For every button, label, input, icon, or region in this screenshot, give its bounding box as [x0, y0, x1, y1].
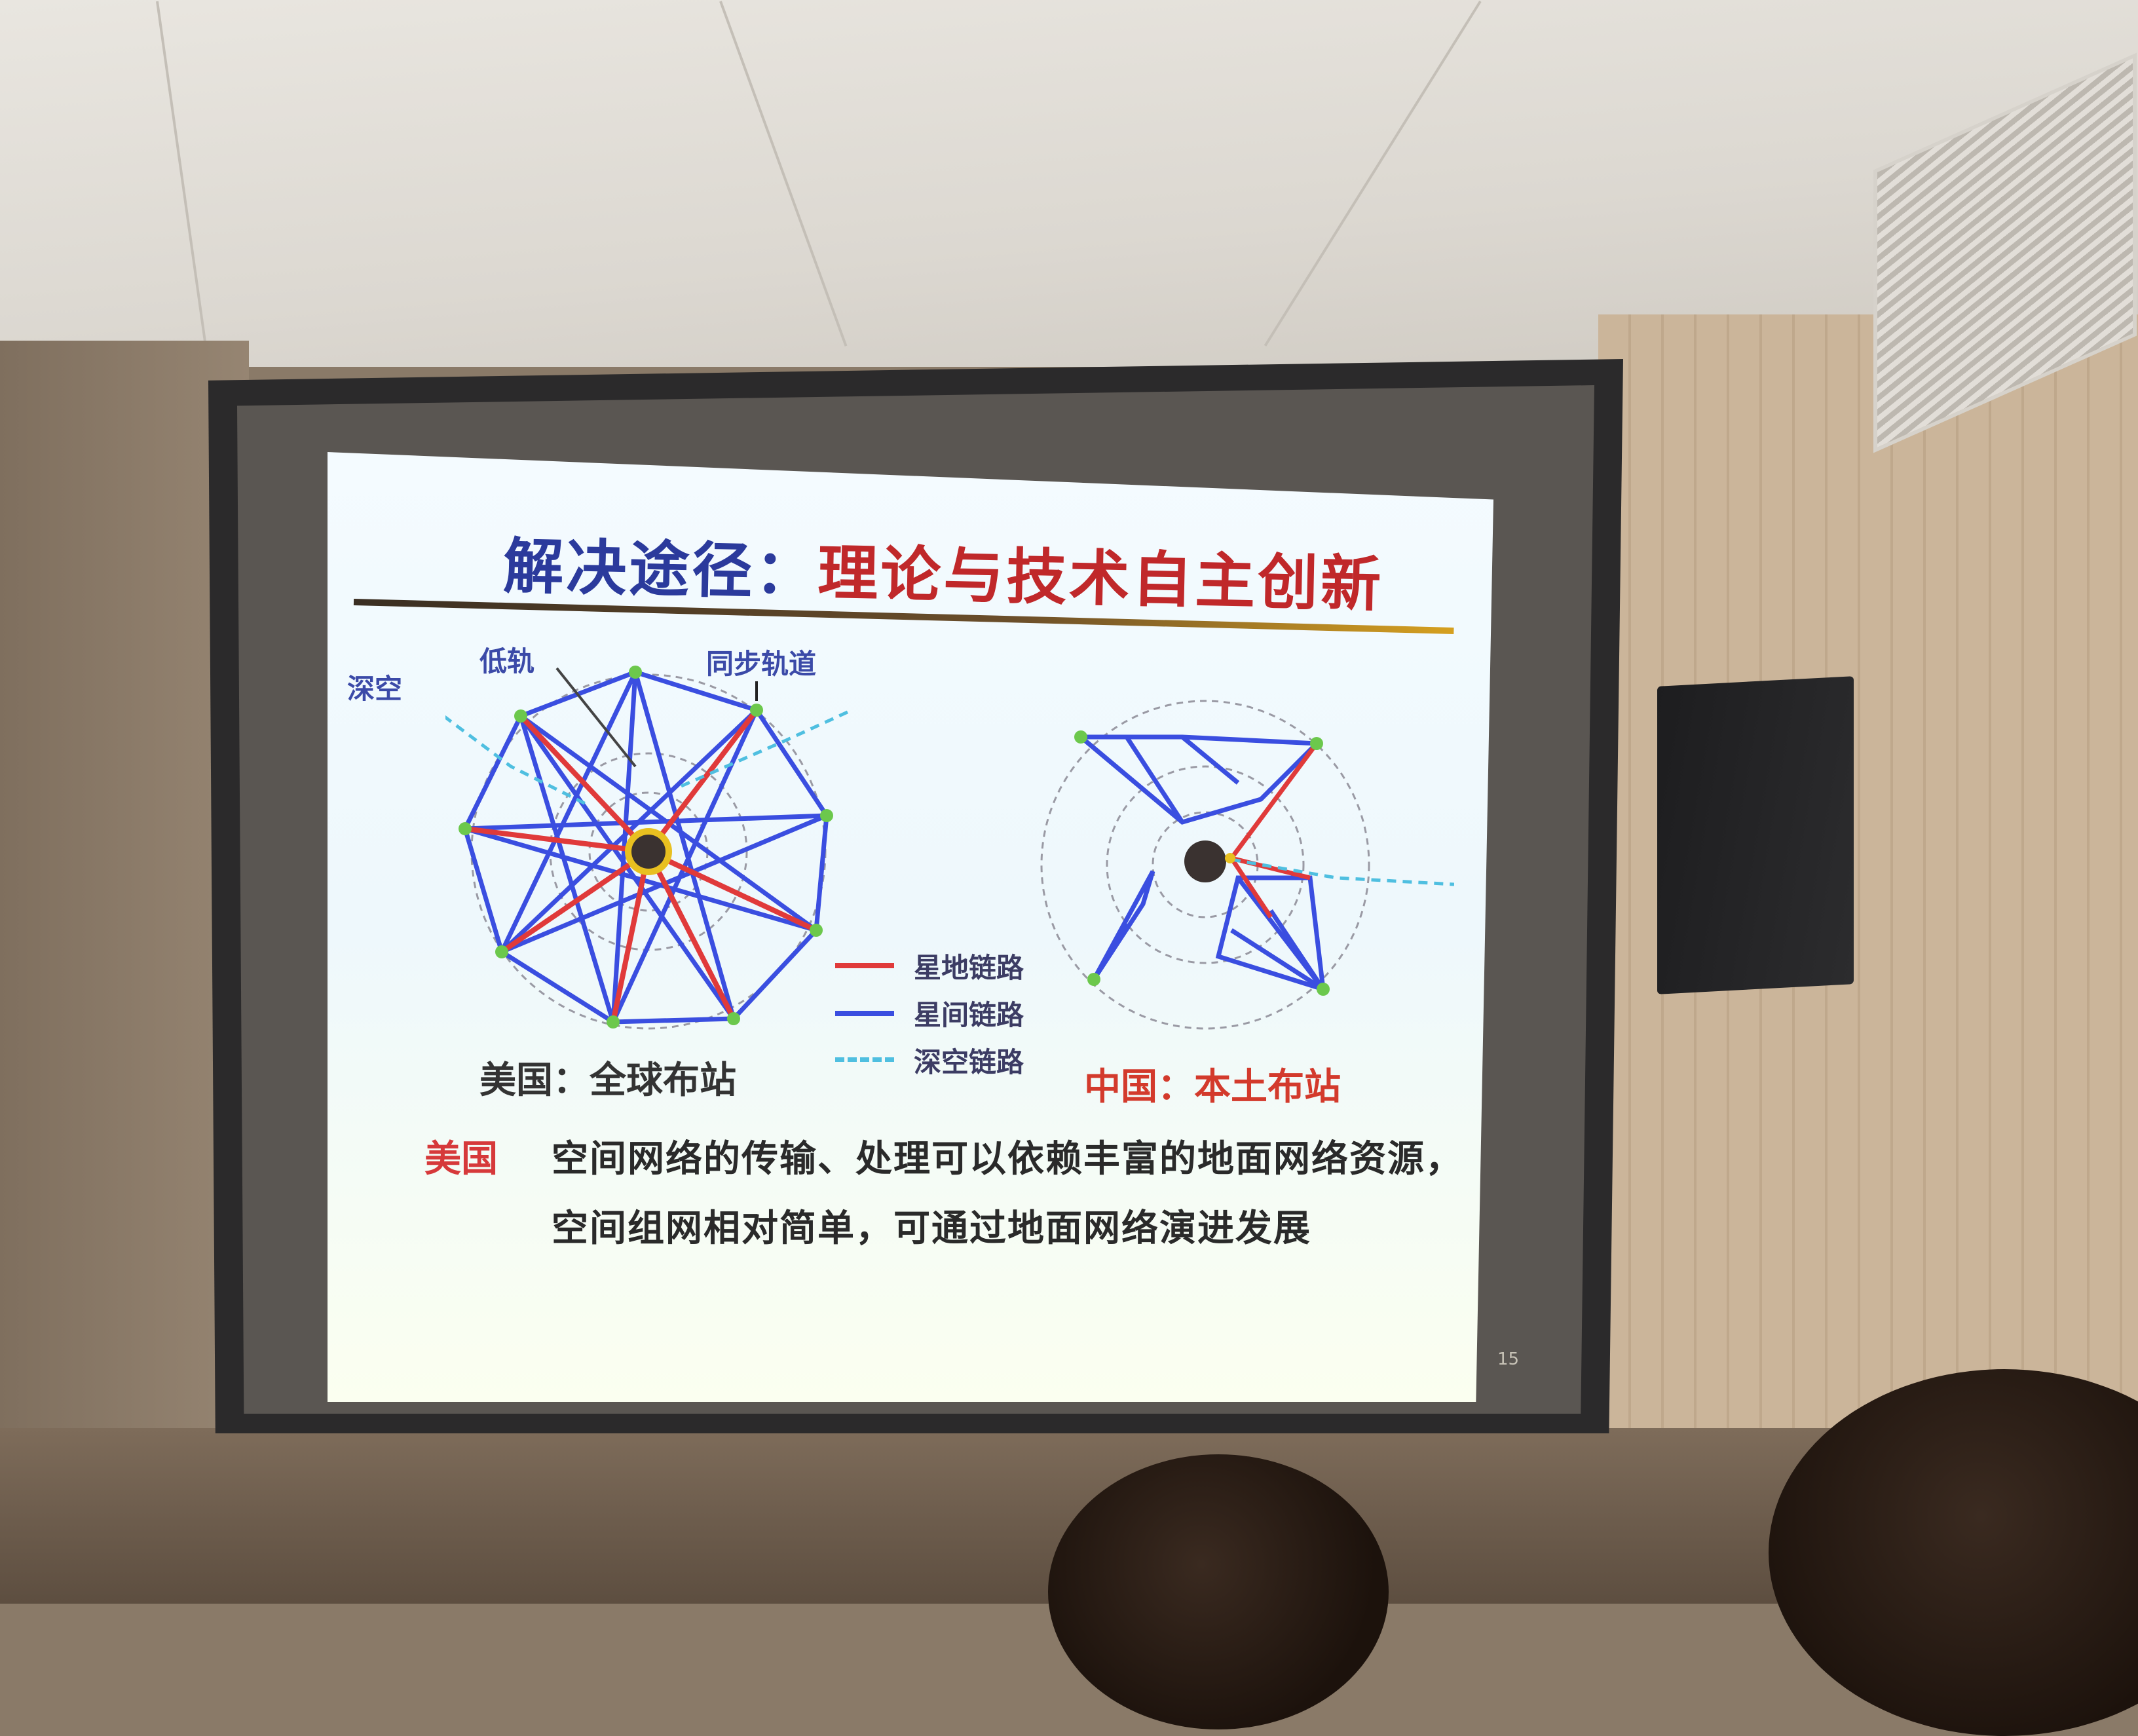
legend-line-intersat	[835, 1011, 894, 1016]
legend-label-ground: 星地链路	[914, 952, 1024, 984]
label-geo-orbit: 同步轨道	[706, 648, 817, 680]
title-part-red: 理论与技术自主创新	[817, 538, 1385, 620]
legend-line-deepspace	[835, 1057, 894, 1062]
title-part-blue: 解决途径：	[502, 531, 819, 609]
caption-us: 美国：全球布站	[479, 1059, 736, 1102]
audience-head	[1048, 1454, 1389, 1729]
legend-line-ground	[835, 963, 894, 968]
speaker	[1657, 676, 1854, 994]
us-network-diagram	[445, 666, 852, 1030]
legend-label-intersat: 星间链路	[914, 999, 1024, 1031]
body-prefix-us: 美国	[424, 1138, 498, 1180]
body-line-1: 空间网络的传输、处理可以依赖丰富的地面网络资源，	[552, 1138, 1463, 1180]
page-number: 15	[1497, 1349, 1520, 1369]
caption-china: 中国：本土布站	[1084, 1066, 1341, 1108]
label-low-orbit: 低轨	[479, 645, 535, 677]
body-line-2: 空间组网相对简单，可通过地面网络演进发展	[552, 1207, 1311, 1250]
ceiling	[0, 0, 2138, 367]
china-network-diagram	[1040, 700, 1454, 1030]
label-deep-space: 深空	[347, 673, 403, 705]
legend-label-deepspace: 深空链路	[914, 1046, 1024, 1078]
